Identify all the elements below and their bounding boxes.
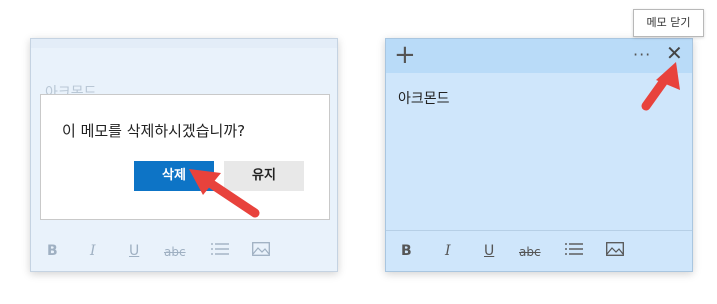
bold-button[interactable]: B — [401, 243, 412, 259]
strikethrough-button[interactable]: abc — [164, 245, 186, 259]
add-icon[interactable]: + — [394, 40, 416, 70]
note-body-text[interactable]: 아크몬드 — [398, 88, 450, 108]
left-note-toolbar: B I U abc — [31, 231, 337, 271]
close-note-tooltip: 메모 닫기 — [633, 9, 704, 37]
right-note-toolbar: B I U abc — [386, 231, 692, 271]
left-note-window: 아크몬드 이 메모를 삭제하시겠습니까? 삭제 유지 B I U abc — [30, 38, 338, 272]
strikethrough-button[interactable]: abc — [519, 245, 541, 259]
image-icon[interactable] — [252, 242, 270, 260]
image-icon[interactable] — [606, 242, 624, 260]
dialog-message: 이 메모를 삭제하시겠습니까? — [62, 122, 246, 140]
underline-button[interactable]: U — [129, 243, 139, 259]
list-icon[interactable] — [565, 242, 583, 260]
pointer-arrow-icon — [189, 169, 260, 218]
italic-button[interactable]: I — [90, 243, 96, 259]
underline-button[interactable]: U — [484, 243, 494, 259]
left-note-header — [31, 39, 337, 48]
bold-button[interactable]: B — [47, 243, 58, 259]
list-icon[interactable] — [211, 242, 229, 260]
pointer-arrow-icon — [641, 62, 680, 111]
italic-button[interactable]: I — [445, 243, 451, 259]
